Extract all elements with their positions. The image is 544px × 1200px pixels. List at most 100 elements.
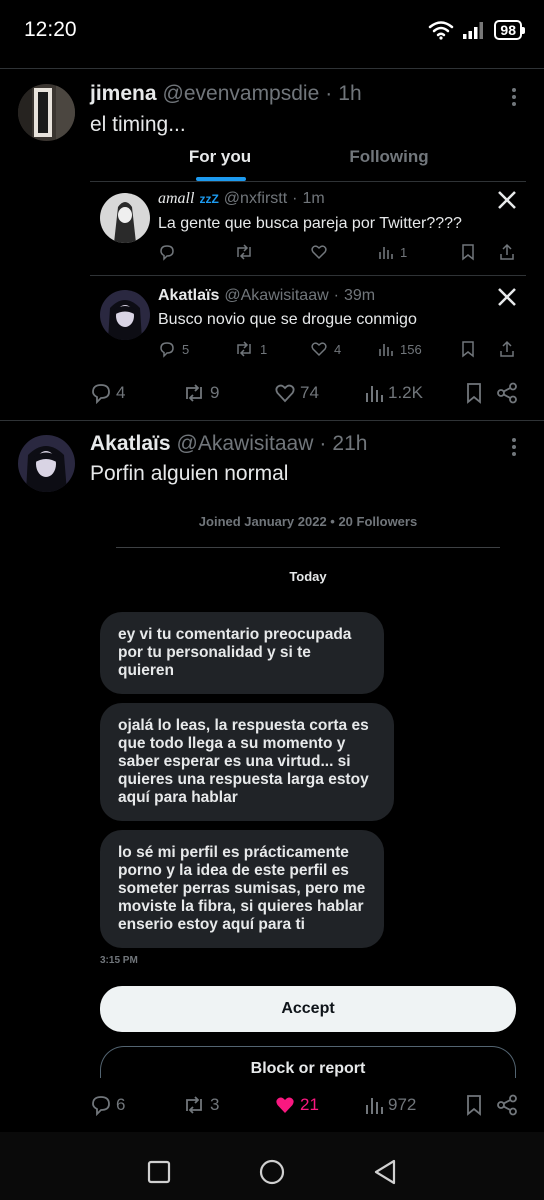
- views-button[interactable]: 972: [364, 1095, 464, 1115]
- wifi-icon: [428, 20, 454, 40]
- quoted-tweet-text: Busco novio que se drogue conmigo: [158, 311, 417, 328]
- quoted-tweet-age[interactable]: 39m: [344, 287, 375, 305]
- reply-button[interactable]: 4: [90, 382, 182, 404]
- heart-filled-icon: [274, 1094, 296, 1116]
- quoted-author-name[interactable]: Akatlaïs: [158, 287, 219, 305]
- repost-count: 1: [260, 341, 268, 357]
- bookmark-icon: [460, 340, 476, 358]
- share-button[interactable]: [498, 340, 516, 358]
- repost-button[interactable]: 1: [234, 340, 310, 358]
- views-icon: [378, 341, 394, 357]
- dm-day-label: Today: [289, 569, 327, 584]
- share-icon: [498, 340, 516, 358]
- repost-button[interactable]: 9: [182, 382, 274, 404]
- x-logo-icon: [497, 287, 517, 307]
- like-button[interactable]: [310, 243, 378, 261]
- reply-button[interactable]: 6: [90, 1094, 182, 1116]
- reply-icon: [158, 243, 176, 261]
- tweet-age[interactable]: 21h: [332, 432, 367, 456]
- reply-count: 6: [116, 1095, 126, 1114]
- quoted-author-handle[interactable]: @nxfirstt: [224, 190, 287, 208]
- more-options-icon[interactable]: [512, 88, 518, 109]
- heart-icon: [310, 340, 328, 358]
- divider: [90, 275, 526, 276]
- repost-icon: [182, 1094, 206, 1116]
- bookmark-icon: [464, 1094, 484, 1116]
- like-count: 74: [300, 383, 319, 402]
- views-count: 972: [388, 1095, 417, 1114]
- recents-button[interactable]: [147, 1160, 171, 1184]
- divider: [90, 181, 526, 182]
- tweet-age[interactable]: 1h: [338, 82, 361, 106]
- separator-dot: ·: [333, 287, 339, 304]
- tab-following[interactable]: Following: [340, 147, 438, 167]
- bookmark-button[interactable]: [464, 1094, 496, 1116]
- author-name[interactable]: Akatlaïs: [90, 432, 171, 456]
- avatar[interactable]: [100, 290, 150, 340]
- reply-icon: [90, 1094, 112, 1116]
- like-count: 21: [300, 1095, 319, 1114]
- quoted-tweet-text: La gente que busca pareja por Twitter???…: [158, 215, 462, 232]
- x-logo-icon: [497, 190, 517, 210]
- reply-button[interactable]: 5: [158, 340, 234, 358]
- dm-message: ey vi tu comentario preocupada por tu pe…: [100, 612, 384, 694]
- more-options-icon[interactable]: [512, 438, 518, 459]
- share-button[interactable]: [496, 1094, 518, 1116]
- share-button[interactable]: [498, 243, 516, 261]
- views-count: 1.2K: [388, 383, 423, 402]
- accept-button[interactable]: Accept: [100, 986, 516, 1032]
- signal-icon: [462, 20, 486, 40]
- share-icon: [496, 382, 518, 404]
- author-name[interactable]: jimena: [90, 82, 157, 106]
- divider: [0, 420, 544, 421]
- divider: [116, 547, 500, 548]
- quoted-author-handle[interactable]: @Akawisitaaw: [224, 287, 328, 305]
- share-button[interactable]: [496, 382, 518, 404]
- repost-icon: [234, 243, 254, 261]
- separator-dot: ·: [319, 432, 327, 455]
- quoted-author-name[interactable]: amall: [158, 190, 194, 208]
- reply-icon: [90, 382, 112, 404]
- author-handle[interactable]: @evenvampsdie: [163, 82, 320, 106]
- avatar[interactable]: [18, 435, 75, 492]
- home-button[interactable]: [259, 1159, 285, 1185]
- repost-button[interactable]: 3: [182, 1094, 274, 1116]
- like-button[interactable]: 21: [274, 1094, 364, 1116]
- divider: [0, 68, 544, 69]
- views-icon: [378, 244, 394, 260]
- author-handle[interactable]: @Akawisitaaw: [177, 432, 314, 456]
- reply-icon: [158, 340, 176, 358]
- separator-dot: ·: [325, 82, 333, 105]
- repost-button[interactable]: [234, 243, 310, 261]
- dm-timestamp: 3:15 PM: [100, 955, 138, 966]
- reply-button[interactable]: [158, 243, 234, 261]
- status-icons: 98: [428, 20, 525, 40]
- block-or-report-button[interactable]: Block or report: [100, 1046, 516, 1078]
- sleep-emoji: zzZ: [199, 192, 219, 206]
- views-button[interactable]: 156: [378, 341, 460, 357]
- repost-icon: [182, 382, 206, 404]
- tweet-text: Porfin alguien normal: [90, 462, 289, 485]
- avatar[interactable]: [100, 193, 150, 243]
- like-button[interactable]: 4: [310, 340, 378, 358]
- bookmark-button[interactable]: [460, 243, 498, 261]
- back-button[interactable]: [373, 1159, 397, 1185]
- views-button[interactable]: 1: [378, 244, 460, 260]
- dm-profile-meta: Joined January 2022 • 20 Followers: [198, 514, 418, 529]
- quoted-tweet-age[interactable]: 1m: [302, 190, 324, 208]
- reply-count: 4: [116, 383, 126, 402]
- like-count: 4: [334, 341, 342, 357]
- avatar[interactable]: [18, 84, 75, 141]
- reply-count: 5: [182, 341, 190, 357]
- bookmark-button[interactable]: [460, 340, 498, 358]
- bookmark-icon: [460, 243, 476, 261]
- tweet-text: el timing...: [90, 113, 186, 136]
- tab-for-you[interactable]: For you: [175, 147, 265, 167]
- like-button[interactable]: 74: [274, 382, 364, 404]
- bookmark-button[interactable]: [464, 382, 496, 404]
- views-count: 156: [400, 341, 422, 357]
- views-button[interactable]: 1.2K: [364, 383, 464, 403]
- share-icon: [498, 243, 516, 261]
- views-count: 1: [400, 244, 408, 260]
- status-time: 12:20: [24, 18, 77, 41]
